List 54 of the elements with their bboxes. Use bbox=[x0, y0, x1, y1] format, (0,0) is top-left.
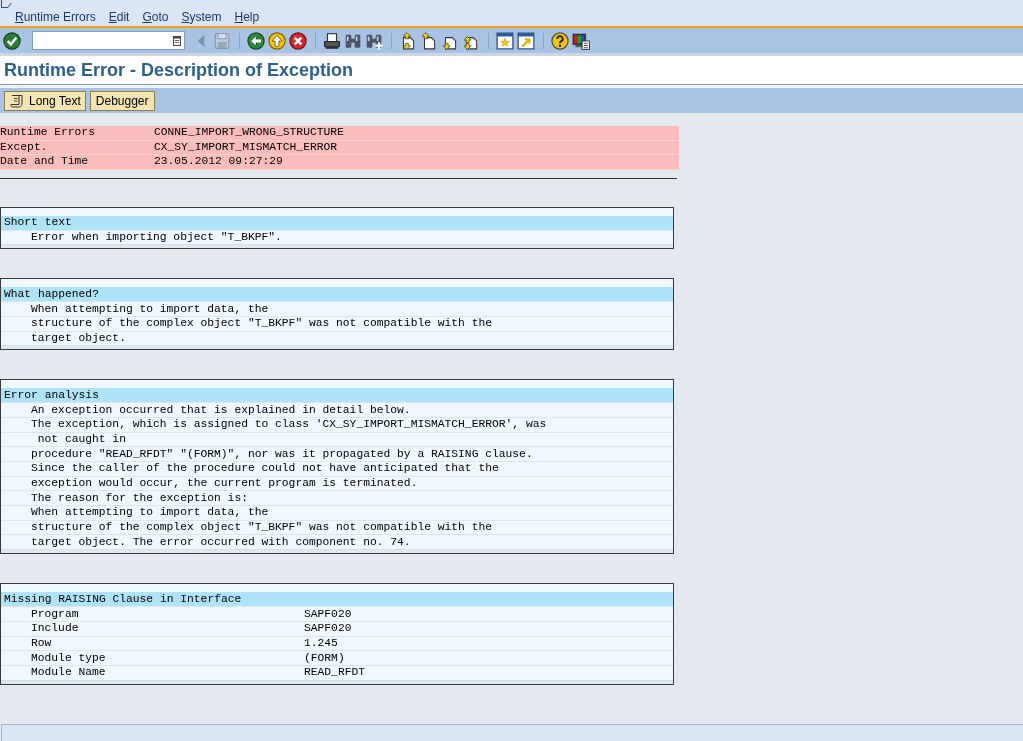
page-arrows-icon[interactable] bbox=[399, 31, 417, 50]
command-field[interactable] bbox=[32, 31, 185, 50]
scroll-icon bbox=[9, 92, 25, 109]
field-value: 23.05.2012 09:27:29 bbox=[154, 154, 283, 170]
window-sparkle-icon[interactable] bbox=[496, 31, 514, 50]
menu-item[interactable]: Goto bbox=[142, 11, 169, 23]
text-line: procedure "READ_RFDT" "(FORM)", nor was it propagated by a RAISING clause. bbox=[1, 446, 673, 461]
text-line: An exception occurred that is explained in detail below. bbox=[1, 402, 673, 417]
text-line: not caught in bbox=[1, 431, 673, 447]
section-title: Error analysis bbox=[1, 388, 673, 403]
field-label: Include bbox=[31, 621, 80, 637]
menu-item[interactable]: System bbox=[181, 11, 222, 23]
up-arrow-icon[interactable] bbox=[268, 31, 286, 50]
page-up-arrow-icon[interactable] bbox=[420, 31, 438, 50]
printer-icon[interactable] bbox=[323, 31, 341, 50]
text-line: The reason for the exception is: bbox=[1, 490, 673, 506]
text-line: structure of the complex object "T_BKPF" was not compatible with the bbox=[1, 519, 673, 535]
section-title: Missing RAISING Clause in Interface bbox=[1, 592, 673, 607]
cancel-icon[interactable] bbox=[289, 31, 307, 50]
text-line: The exception, which is assigned to class 'CX_SY_IMPORT_MISMATCH_ERROR', was bbox=[1, 416, 673, 432]
debugger-button[interactable]: Debugger bbox=[89, 90, 155, 111]
field-value: SAPF020 bbox=[304, 606, 352, 622]
section-title: Short text bbox=[1, 215, 673, 230]
monitor-icon[interactable] bbox=[572, 31, 590, 50]
back-icon[interactable] bbox=[247, 31, 265, 50]
field-value: CX_SY_IMPORT_MISMATCH_ERROR bbox=[154, 139, 338, 155]
check-icon[interactable] bbox=[3, 31, 21, 50]
text-line: Since the caller of the procedure could not have anticipated that the bbox=[1, 461, 673, 476]
field-value: SAPF020 bbox=[304, 621, 352, 637]
field-label: Module Name bbox=[31, 665, 107, 681]
field-value: CONNE_IMPORT_WRONG_STRUCTURE bbox=[154, 125, 344, 141]
text-line: When attempting to import data, the bbox=[1, 505, 673, 520]
window-arrow-icon[interactable] bbox=[517, 31, 535, 50]
help-icon[interactable] bbox=[551, 31, 569, 50]
menu-item[interactable]: Edit bbox=[108, 11, 130, 23]
field-value: READ_RFDT bbox=[304, 665, 365, 681]
list-icon[interactable] bbox=[173, 35, 181, 46]
text-line: structure of the complex object "T_BKPF" was not compatible with the bbox=[1, 315, 673, 331]
document-icon bbox=[0, 0, 12, 8]
text-line: When attempting to import data, the bbox=[1, 301, 673, 316]
field-label: Program bbox=[31, 606, 80, 622]
field-label: Date and Time bbox=[0, 154, 90, 170]
field-label: Row bbox=[31, 635, 53, 651]
field-value: 1.245 bbox=[304, 635, 338, 651]
field-label: Except. bbox=[0, 139, 49, 155]
screen-title: Runtime Error - Description of Exception bbox=[4, 61, 354, 79]
text-line: exception would occur, the current program is terminated. bbox=[1, 475, 673, 491]
field-label: Module type bbox=[31, 650, 107, 666]
menu-item[interactable]: Runtime Errors bbox=[15, 11, 96, 23]
field-label: Runtime Errors bbox=[0, 125, 96, 141]
section-title: What happened? bbox=[1, 287, 673, 302]
menu-item[interactable]: Help bbox=[234, 11, 260, 23]
field-value: (FORM) bbox=[304, 650, 345, 666]
long-text-button[interactable]: Long Text bbox=[4, 90, 86, 111]
